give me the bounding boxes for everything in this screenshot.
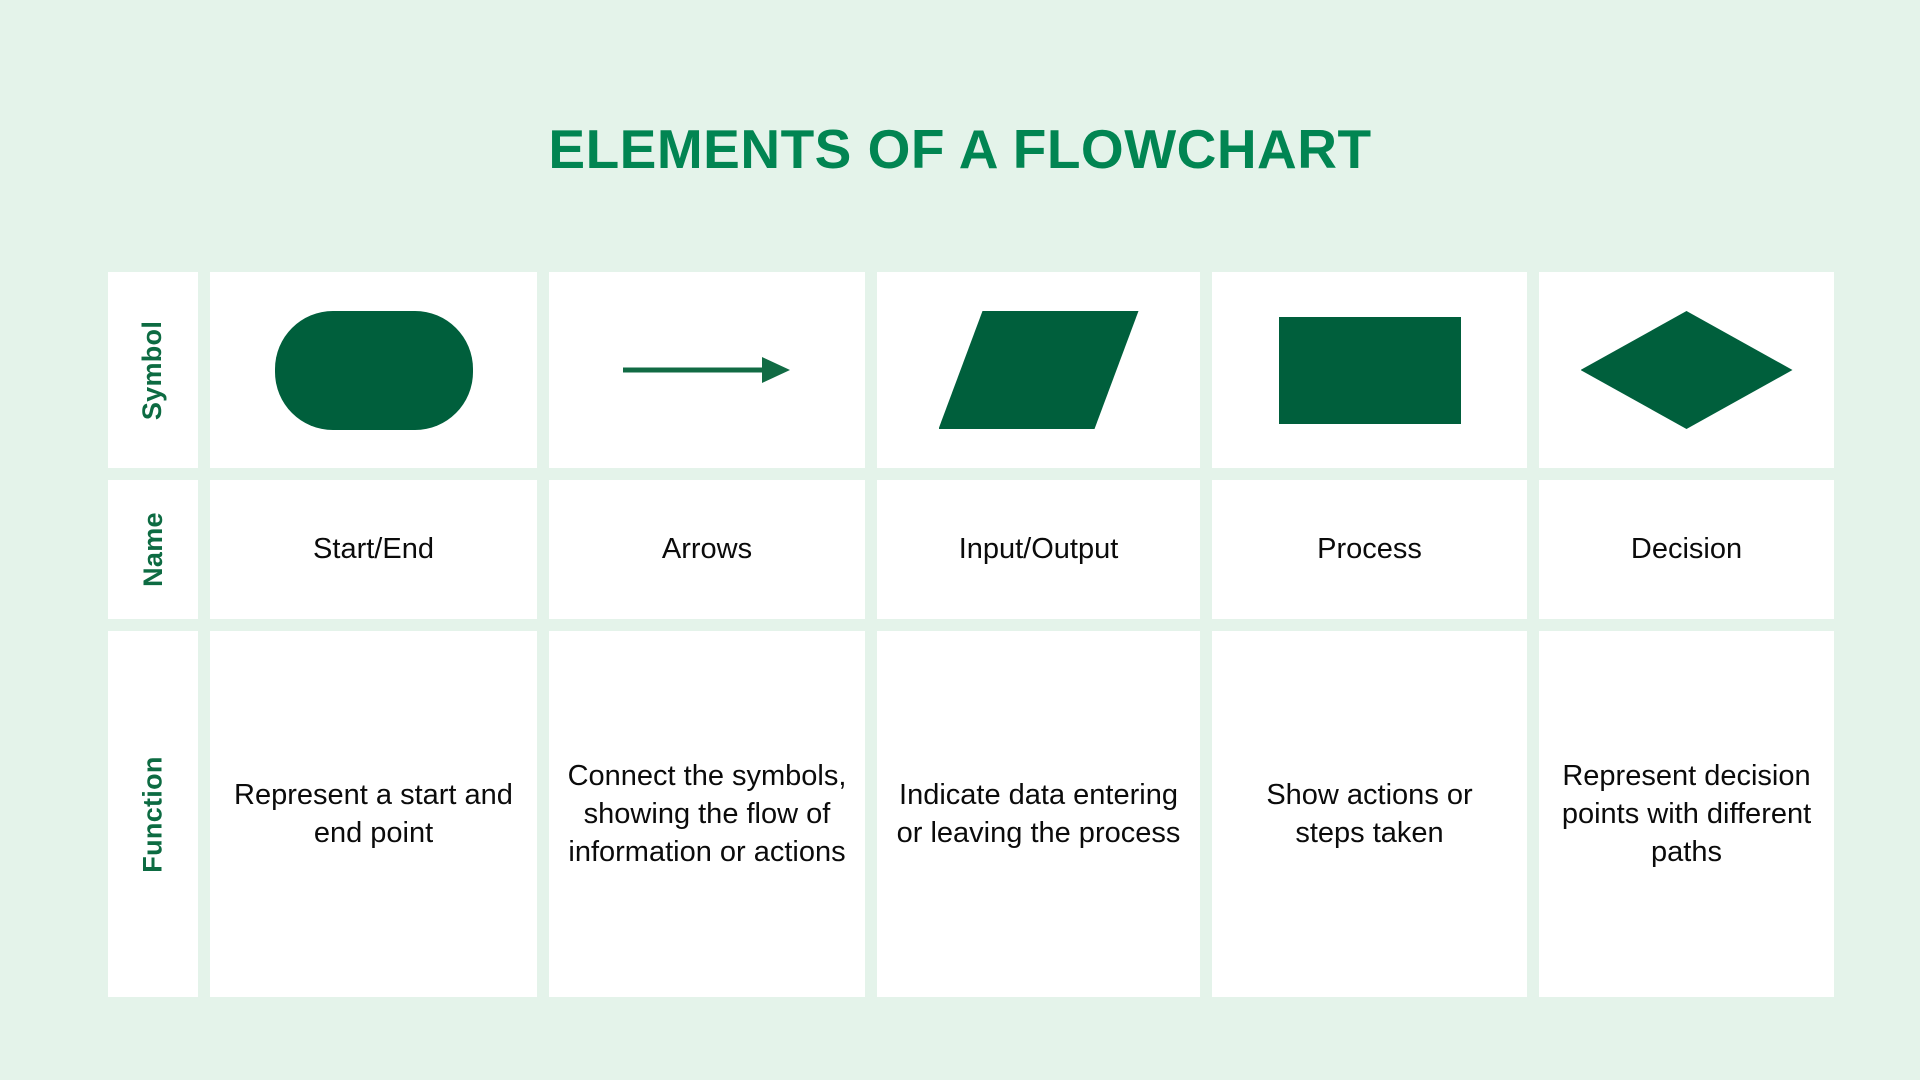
parallelogram-icon (938, 311, 1139, 429)
page-title: Elements of a Flowchart (548, 118, 1372, 180)
row-label-symbol: Symbol (108, 272, 198, 468)
row-label-name-text: Name (137, 512, 168, 587)
function-text: Show actions or steps taken (1266, 778, 1473, 849)
symbol-shape-wrapper (549, 272, 865, 468)
symbol-shape-wrapper (210, 272, 537, 468)
row-label-symbol-text: Symbol (137, 320, 168, 420)
function-cell-arrows: Connect the symbols, showing the flow of… (549, 631, 865, 997)
row-label-function-text: Function (137, 755, 168, 873)
row-label-name: Name (108, 480, 198, 619)
flowchart-elements-infographic: Elements of a Flowchart Symbol (0, 0, 1920, 1080)
symbol-shape-wrapper (1539, 272, 1834, 468)
symbol-cell-start-end (210, 272, 537, 468)
function-text: Represent decision points with different… (1561, 759, 1812, 869)
function-text: Indicate data entering or leaving the pr… (896, 778, 1181, 849)
elements-table: Symbol Name Start/End Arrows Input/Outpu… (108, 272, 1834, 997)
name-text: Start/End (313, 533, 434, 566)
function-cell-start-end: Represent a start and end point (210, 631, 537, 997)
name-cell-decision: Decision (1539, 480, 1834, 619)
row-label-function: Function (108, 631, 198, 997)
name-text: Arrows (661, 533, 753, 566)
name-text: Decision (1630, 533, 1743, 566)
function-text: Represent a start and end point (234, 778, 513, 849)
symbol-cell-decision (1539, 272, 1834, 468)
name-cell-input-output: Input/Output (877, 480, 1200, 619)
name-cell-arrows: Arrows (549, 480, 865, 619)
function-text: Connect the symbols, showing the flow of… (567, 759, 847, 869)
symbol-shape-wrapper (1212, 272, 1527, 468)
arrow-icon (623, 357, 790, 383)
function-cell-process: Show actions or steps taken (1212, 631, 1527, 997)
symbol-shape-wrapper (877, 272, 1200, 468)
rectangle-icon (1278, 316, 1461, 424)
name-text: Process (1317, 533, 1422, 566)
symbol-cell-process (1212, 272, 1527, 468)
name-text: Input/Output (958, 533, 1119, 566)
diamond-icon (1580, 311, 1793, 429)
function-cell-input-output: Indicate data entering or leaving the pr… (877, 631, 1200, 997)
symbol-cell-arrows (549, 272, 865, 468)
name-cell-start-end: Start/End (210, 480, 537, 619)
symbol-cell-input-output (877, 272, 1200, 468)
function-cell-decision: Represent decision points with different… (1539, 631, 1834, 997)
rounded-rectangle-icon (274, 310, 473, 430)
name-cell-process: Process (1212, 480, 1527, 619)
